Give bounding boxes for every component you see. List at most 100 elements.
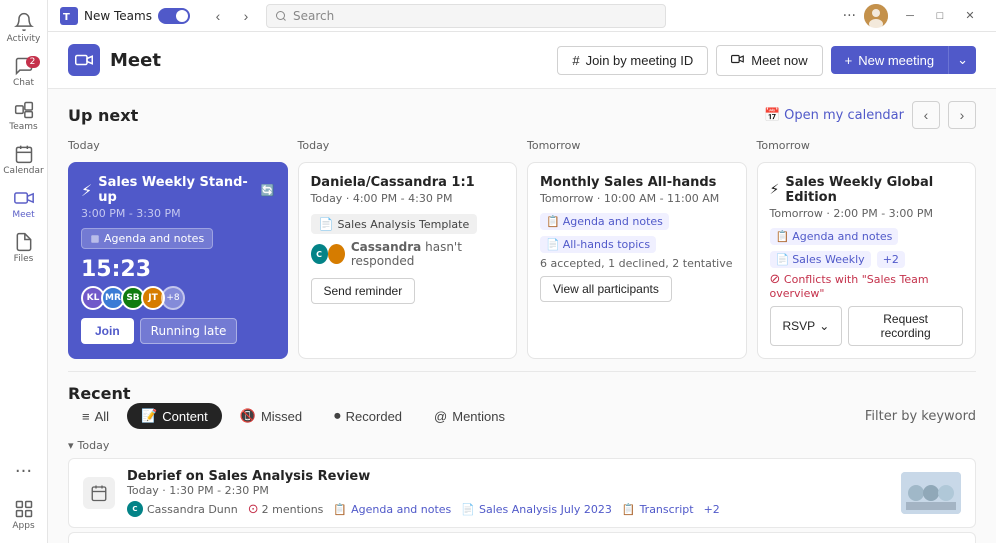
avatar-cassandra: C [127, 501, 143, 517]
meeting-item-meta-debrief: C Cassandra Dunn ⊙ 2 mentions 📋Agenda an… [127, 501, 889, 517]
tag-topics-allhands[interactable]: 📄 All-hands topics [540, 236, 656, 253]
sidebar-item-activity[interactable]: Activity [4, 8, 44, 48]
new-meeting-dropdown[interactable]: ⌄ [948, 46, 976, 74]
join-button[interactable]: Join [81, 318, 134, 344]
rsvp-button[interactable]: RSVP ⌄ [770, 306, 843, 346]
mentions-icon: @ [434, 409, 447, 424]
meeting-card-global: ⚡ Sales Weekly Global Edition Tomorrow ·… [757, 162, 977, 359]
user-avatar[interactable] [864, 4, 888, 28]
new-teams-label: New Teams [84, 9, 152, 23]
tab-all[interactable]: ≡ All [68, 403, 123, 429]
chevron-down-icon: ⌄ [819, 319, 829, 333]
content-area: Meet # Join by meeting ID Meet now + New… [48, 32, 996, 543]
request-recording-button[interactable]: Request recording [848, 306, 963, 346]
sidebar-label-files: Files [14, 254, 34, 264]
tag-sales-global[interactable]: 📄 Sales Weekly [770, 251, 871, 268]
person-avatar-2 [328, 244, 345, 264]
sidebar-item-apps[interactable]: Apps [4, 495, 44, 535]
meeting-item-debrief: Debrief on Sales Analysis Review Today ·… [68, 458, 976, 528]
forward-button[interactable]: › [234, 4, 258, 28]
search-bar[interactable]: Search [266, 4, 666, 28]
meet-section-icon [68, 44, 100, 76]
next-meetings-button[interactable]: › [948, 101, 976, 129]
filter-tabs: ≡ All 📝 Content 📵 Missed ⏺ Recorded [68, 403, 519, 429]
filter-row: ≡ All 📝 Content 📵 Missed ⏺ Recorded [68, 403, 976, 429]
tag-agenda-allhands[interactable]: 📋 Agenda and notes [540, 213, 669, 230]
meet-section-title: Meet [110, 50, 557, 71]
tab-mentions[interactable]: @ Mentions [420, 403, 519, 429]
tag-agenda-debrief[interactable]: 📋Agenda and notes [333, 503, 451, 516]
sidebar-item-chat[interactable]: 2 Chat [4, 52, 44, 92]
meeting-card-daniela: Daniela/Cassandra 1:1 Today · 4:00 PM - … [298, 162, 518, 359]
collapse-icon[interactable]: ▾ [68, 439, 74, 452]
plus-icon: + [845, 53, 853, 68]
person-avatar-daniela: C [311, 244, 328, 264]
sidebar-item-meet[interactable]: Meet [4, 184, 44, 224]
card-time-allhands: Tomorrow · 10:00 AM - 11:00 AM [540, 192, 734, 205]
accepted-count: 6 accepted, 1 declined, 2 tentative [540, 257, 734, 270]
meeting-item-info-debrief: Debrief on Sales Analysis Review Today ·… [127, 469, 889, 517]
meet-action-buttons: # Join by meeting ID Meet now + New meet… [557, 45, 976, 76]
chat-badge: 2 [26, 56, 40, 68]
up-next-title: Up next [68, 106, 138, 125]
attachment-chip-daniela[interactable]: 📄 Sales Analysis Template [311, 214, 478, 234]
video-icon [731, 52, 745, 69]
filter-keyword-label[interactable]: Filter by keyword [865, 409, 976, 424]
conflict-text: ⊘ Conflicts with "Sales Team overview" [770, 272, 964, 300]
mentions-count: ⊙ 2 mentions [248, 502, 324, 517]
new-meeting-button-group: + New meeting ⌄ [831, 46, 976, 74]
card-title-daniela: Daniela/Cassandra 1:1 [311, 175, 505, 190]
tab-content[interactable]: 📝 Content [127, 403, 222, 429]
meeting-thumbnail-debrief [901, 472, 961, 514]
new-teams-toggle[interactable] [158, 8, 190, 24]
join-by-id-button[interactable]: # Join by meeting ID [557, 46, 708, 75]
sidebar-label-calendar: Calendar [3, 166, 43, 176]
calendar-icon: 📅 [764, 108, 780, 123]
meeting-item-marketing: Marketing sync Today · 10:30 AM - 11:15 … [68, 532, 976, 543]
tags-row-global: 📋 Agenda and notes 📄 Sales Weekly +2 [770, 228, 964, 268]
sidebar: Activity 2 Chat Teams Calendar Meet File… [0, 0, 48, 543]
tab-missed[interactable]: 📵 Missed [226, 403, 316, 429]
search-icon [275, 10, 287, 22]
agenda-chip-standup[interactable]: Agenda and notes [81, 228, 213, 249]
more-options-button[interactable]: ··· [843, 8, 856, 24]
tag-transcript-debrief[interactable]: 📋Transcript [622, 503, 694, 516]
sidebar-item-files[interactable]: Files [4, 228, 44, 268]
meetings-grid: ⚡ Sales Weekly Stand-up 🔄 3:00 PM - 3:30… [68, 162, 976, 359]
tags-row-allhands: 📋 Agenda and notes 📄 All-hands topics [540, 213, 734, 253]
person-status: Cassandra hasn't responded [351, 240, 504, 268]
day-label-today-2: Today [298, 139, 518, 152]
titlebar-right: ··· ─ □ ✕ [843, 4, 984, 28]
view-all-button[interactable]: View all participants [540, 276, 672, 302]
sidebar-label-apps: Apps [12, 521, 34, 531]
meet-now-button[interactable]: Meet now [716, 45, 822, 76]
sidebar-item-calendar[interactable]: Calendar [4, 140, 44, 180]
minimize-button[interactable]: ─ [896, 6, 924, 26]
card-title-allhands: Monthly Sales All-hands [540, 175, 734, 190]
recent-title: Recent [68, 384, 131, 403]
sidebar-label-teams: Teams [9, 122, 37, 132]
back-button[interactable]: ‹ [206, 4, 230, 28]
close-button[interactable]: ✕ [956, 6, 984, 26]
meeting-item-time-debrief: Today · 1:30 PM - 2:30 PM [127, 484, 889, 497]
sidebar-item-teams[interactable]: Teams [4, 96, 44, 136]
recorded-icon: ⏺ [334, 408, 341, 424]
tag-sales-analysis-debrief[interactable]: 📄Sales Analysis July 2023 [461, 503, 612, 516]
sidebar-item-more[interactable]: ··· [4, 451, 44, 491]
tab-recorded[interactable]: ⏺ Recorded [320, 403, 416, 429]
list-icon: ≡ [82, 409, 90, 424]
participants-avatars: KL MR SB JT +8 [81, 286, 275, 310]
tag-agenda-global[interactable]: 📋 Agenda and notes [770, 228, 899, 245]
tag-extra-global: +2 [877, 251, 905, 268]
open-calendar-link[interactable]: 📅 Open my calendar [764, 108, 904, 123]
prev-meetings-button[interactable]: ‹ [912, 101, 940, 129]
maximize-button[interactable]: □ [926, 6, 954, 26]
meeting-item-title-debrief: Debrief on Sales Analysis Review [127, 469, 889, 484]
new-meeting-button[interactable]: + New meeting [831, 46, 948, 74]
card-title-standup: ⚡ Sales Weekly Stand-up 🔄 [81, 175, 275, 205]
meeting-list: ▾ Today Debrief on Sales Analysis Review… [68, 439, 976, 543]
send-reminder-button[interactable]: Send reminder [311, 278, 416, 304]
window-controls: ─ □ ✕ [896, 6, 984, 26]
meeting-card-allhands: Monthly Sales All-hands Tomorrow · 10:00… [527, 162, 747, 359]
card-btns-global: RSVP ⌄ Request recording [770, 306, 964, 346]
